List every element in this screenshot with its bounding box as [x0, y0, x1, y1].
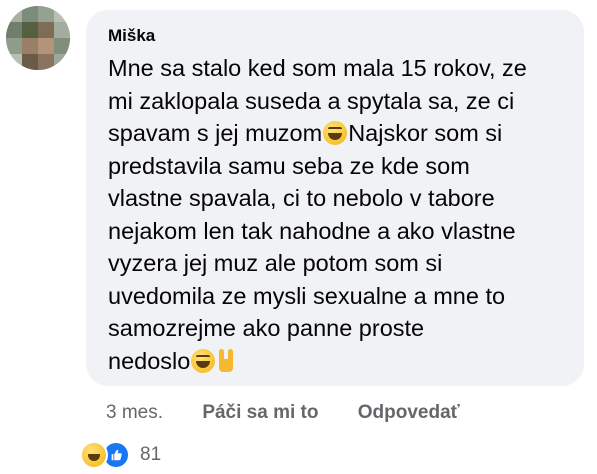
comment-bubble: Miška Mne sa stalo ked som mala 15 rokov…	[86, 10, 584, 386]
reply-button[interactable]: Odpovedať	[358, 402, 460, 424]
avatar[interactable]	[6, 6, 70, 70]
reaction-count: 81	[140, 444, 162, 465]
grinning-squinting-face-icon	[323, 121, 348, 145]
comment-actions: 3 mes. Páči sa mi to Odpovedať	[106, 402, 460, 424]
haha-icon	[80, 441, 108, 469]
reactions-summary[interactable]: 81	[80, 441, 162, 469]
grinning-squinting-face-icon	[191, 348, 216, 373]
comment-text: Mne sa stalo ked som mala 15 rokov, ze m…	[108, 52, 568, 377]
like-button[interactable]: Páči sa mi to	[202, 402, 318, 424]
sign-of-the-horns-icon	[218, 348, 234, 373]
comment-timestamp[interactable]: 3 mes.	[106, 402, 163, 424]
comment-text-part2: Najskor som si predstavila samu seba ze …	[108, 120, 516, 374]
comment-author[interactable]: Miška	[108, 26, 155, 46]
